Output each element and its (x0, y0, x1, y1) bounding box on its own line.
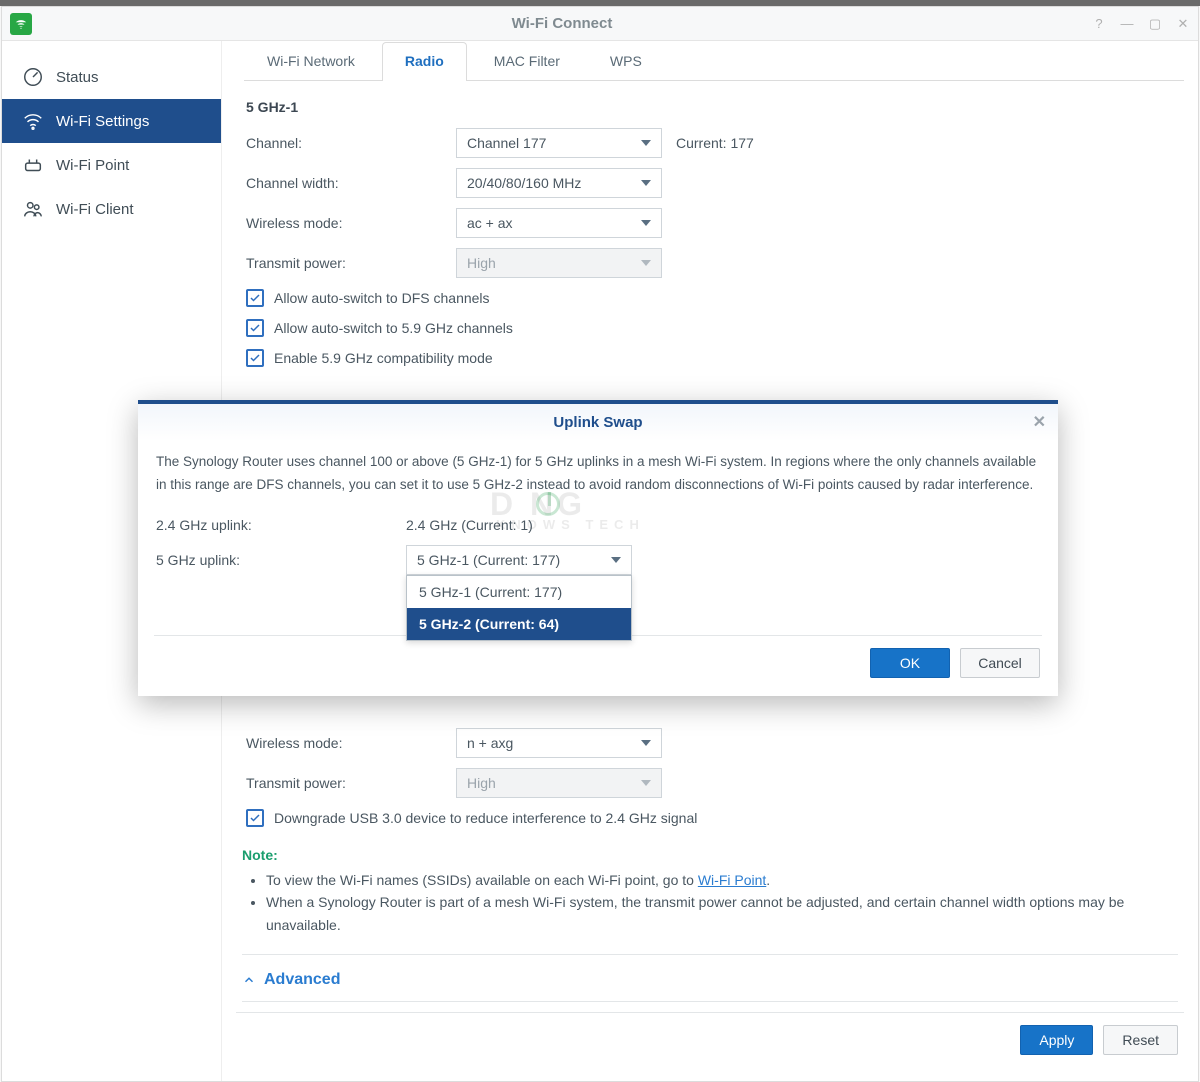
note-heading: Note: (242, 847, 1178, 863)
close-icon[interactable]: ✕ (1033, 412, 1046, 432)
advanced-header[interactable]: Advanced (242, 965, 1178, 995)
gauge-icon (22, 66, 44, 88)
sidebar-item-wifi-settings[interactable]: Wi-Fi Settings (2, 99, 221, 143)
ok-button[interactable]: OK (870, 648, 950, 678)
chevron-down-icon (641, 780, 651, 786)
downgrade-usb-checkbox[interactable] (246, 809, 264, 827)
modal-description: The Synology Router uses channel 100 or … (156, 451, 1040, 497)
dropdown-panel: 5 GHz-1 (Current: 177) 5 GHz-2 (Current:… (406, 575, 632, 641)
window-title: Wi-Fi Connect (32, 15, 1092, 32)
uplink-24-value: 2.4 GHz (Current: 1) (406, 517, 533, 533)
transmit-power-dropdown-24: High (456, 768, 662, 798)
chevron-down-icon (641, 740, 651, 746)
help-button[interactable]: ? (1092, 16, 1106, 32)
wifi-icon (22, 110, 44, 132)
wireless-mode-label: Wireless mode: (246, 215, 456, 231)
modal-title: Uplink Swap (553, 414, 642, 431)
app-icon (10, 13, 32, 35)
tab-wps[interactable]: WPS (587, 42, 665, 81)
wireless-mode-label: Wireless mode: (246, 735, 456, 751)
sidebar-item-label: Wi-Fi Settings (56, 113, 149, 130)
allow-59-label: Allow auto-switch to 5.9 GHz channels (274, 320, 513, 336)
sidebar-item-status[interactable]: Status (2, 55, 221, 99)
tab-mac-filter[interactable]: MAC Filter (471, 42, 583, 81)
allow-59-checkbox[interactable] (246, 319, 264, 337)
transmit-power-label: Transmit power: (246, 775, 456, 791)
chevron-down-icon (611, 557, 621, 563)
compat-59-checkbox[interactable] (246, 349, 264, 367)
maximize-button[interactable]: ▢ (1148, 16, 1162, 32)
note-item: To view the Wi-Fi names (SSIDs) availabl… (266, 869, 1178, 891)
reset-button[interactable]: Reset (1103, 1025, 1178, 1055)
sidebar-item-label: Wi-Fi Point (56, 157, 129, 174)
wireless-mode-dropdown[interactable]: ac + ax (456, 208, 662, 238)
uplink-5-dropdown[interactable]: 5 GHz-1 (Current: 177) (406, 545, 632, 575)
sidebar-item-wifi-point[interactable]: Wi-Fi Point (2, 143, 221, 187)
chevron-down-icon (641, 140, 651, 146)
note-item: When a Synology Router is part of a mesh… (266, 891, 1178, 936)
sidebar-item-wifi-client[interactable]: Wi-Fi Client (2, 187, 221, 231)
transmit-power-dropdown: High (456, 248, 662, 278)
minimize-button[interactable]: — (1120, 16, 1134, 32)
chevron-down-icon (641, 180, 651, 186)
cancel-button[interactable]: Cancel (960, 648, 1040, 678)
chevron-down-icon (641, 260, 651, 266)
users-icon (22, 198, 44, 220)
wifi-point-link[interactable]: Wi-Fi Point (698, 872, 766, 888)
downgrade-usb-label: Downgrade USB 3.0 device to reduce inter… (274, 810, 697, 826)
sidebar-item-label: Wi-Fi Client (56, 201, 134, 218)
channel-label: Channel: (246, 135, 456, 151)
dropdown-option[interactable]: 5 GHz-1 (Current: 177) (407, 576, 631, 608)
uplink-5-label: 5 GHz uplink: (156, 552, 406, 568)
channel-width-dropdown[interactable]: 20/40/80/160 MHz (456, 168, 662, 198)
apply-button[interactable]: Apply (1020, 1025, 1093, 1055)
wireless-mode-dropdown-24[interactable]: n + axg (456, 728, 662, 758)
transmit-power-label: Transmit power: (246, 255, 456, 271)
dropdown-option-selected[interactable]: 5 GHz-2 (Current: 64) (407, 608, 631, 640)
tab-radio[interactable]: Radio (382, 42, 467, 81)
channel-dropdown[interactable]: Channel 177 (456, 128, 662, 158)
chevron-down-icon (641, 220, 651, 226)
uplink-swap-dialog: Uplink Swap ✕ The Synology Router uses c… (138, 400, 1058, 696)
allow-dfs-label: Allow auto-switch to DFS channels (274, 290, 490, 306)
channel-current: Current: 177 (676, 135, 754, 151)
compat-59-label: Enable 5.9 GHz compatibility mode (274, 350, 493, 366)
allow-dfs-checkbox[interactable] (246, 289, 264, 307)
sidebar-item-label: Status (56, 69, 99, 86)
tab-wifi-network[interactable]: Wi-Fi Network (244, 42, 378, 81)
router-icon (22, 154, 44, 176)
channel-width-label: Channel width: (246, 175, 456, 191)
chevron-up-icon (242, 973, 256, 987)
close-button[interactable]: ✕ (1176, 16, 1190, 32)
uplink-24-label: 2.4 GHz uplink: (156, 517, 406, 533)
section-title-5ghz1: 5 GHz-1 (242, 91, 1178, 123)
